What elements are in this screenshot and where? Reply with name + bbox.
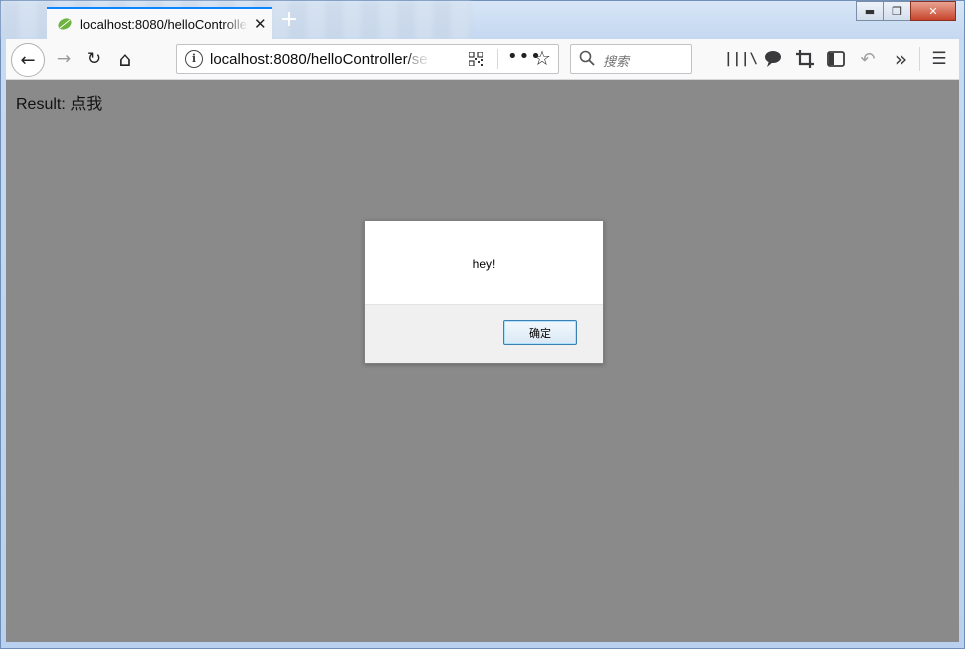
ok-button[interactable]: 确定	[503, 320, 577, 345]
new-tab-button[interactable]: +	[278, 9, 300, 32]
close-window-button[interactable]: ✕	[910, 1, 956, 21]
search-placeholder: 搜索	[603, 55, 630, 70]
sidebar-icon[interactable]	[824, 47, 848, 71]
alert-dialog: hey! 确定	[364, 220, 604, 364]
menu-hamburger-icon[interactable]: ☰	[927, 47, 951, 71]
overflow-chevron-icon[interactable]: »	[889, 47, 913, 71]
back-button[interactable]: ←	[11, 43, 45, 77]
search-bar[interactable]: 搜索	[570, 44, 692, 74]
undo-icon[interactable]: ↶	[856, 47, 880, 71]
tab-active[interactable]: localhost:8080/helloController/say ✕	[47, 7, 272, 39]
spring-leaf-icon	[58, 18, 72, 30]
url-text[interactable]: localhost:8080/helloController/se	[210, 51, 432, 68]
url-bar[interactable]: i localhost:8080/helloController/se ••• …	[176, 44, 559, 74]
dialog-footer: 确定	[365, 304, 603, 363]
toolbar-divider	[919, 47, 920, 71]
home-button[interactable]: ⌂	[111, 45, 139, 73]
tab-close-icon[interactable]: ✕	[254, 16, 267, 32]
browser-window: localhost:8080/helloController/say ✕ + ▬…	[0, 0, 965, 649]
tab-strip: localhost:8080/helloController/say ✕ + ▬…	[1, 1, 964, 39]
search-icon	[579, 50, 595, 66]
minimize-button[interactable]: ▬	[856, 1, 884, 21]
site-info-icon[interactable]: i	[185, 50, 203, 68]
url-host: localhost	[210, 51, 270, 68]
window-controls: ▬ ❐ ✕	[856, 1, 956, 21]
bookmark-star-icon[interactable]: ☆	[533, 46, 551, 70]
qr-code-icon[interactable]	[469, 52, 483, 66]
chat-icon[interactable]	[761, 47, 785, 71]
url-divider	[497, 49, 498, 69]
tab-title: localhost:8080/helloController/say	[80, 16, 248, 32]
dialog-message: hey!	[472, 257, 496, 271]
reload-button[interactable]: ↻	[80, 45, 108, 73]
url-path-tail: se	[411, 51, 428, 68]
url-port-path: :8080/helloController/	[269, 51, 412, 68]
maximize-button[interactable]: ❐	[883, 1, 911, 21]
nav-toolbar: ← → ↻ ⌂ i localhost:8080/helloController…	[6, 39, 959, 80]
library-icon[interactable]: |||\	[724, 47, 758, 71]
screenshot-crop-icon[interactable]	[793, 47, 817, 71]
forward-button[interactable]: →	[50, 45, 78, 73]
result-text: Result: 点我	[16, 96, 103, 113]
